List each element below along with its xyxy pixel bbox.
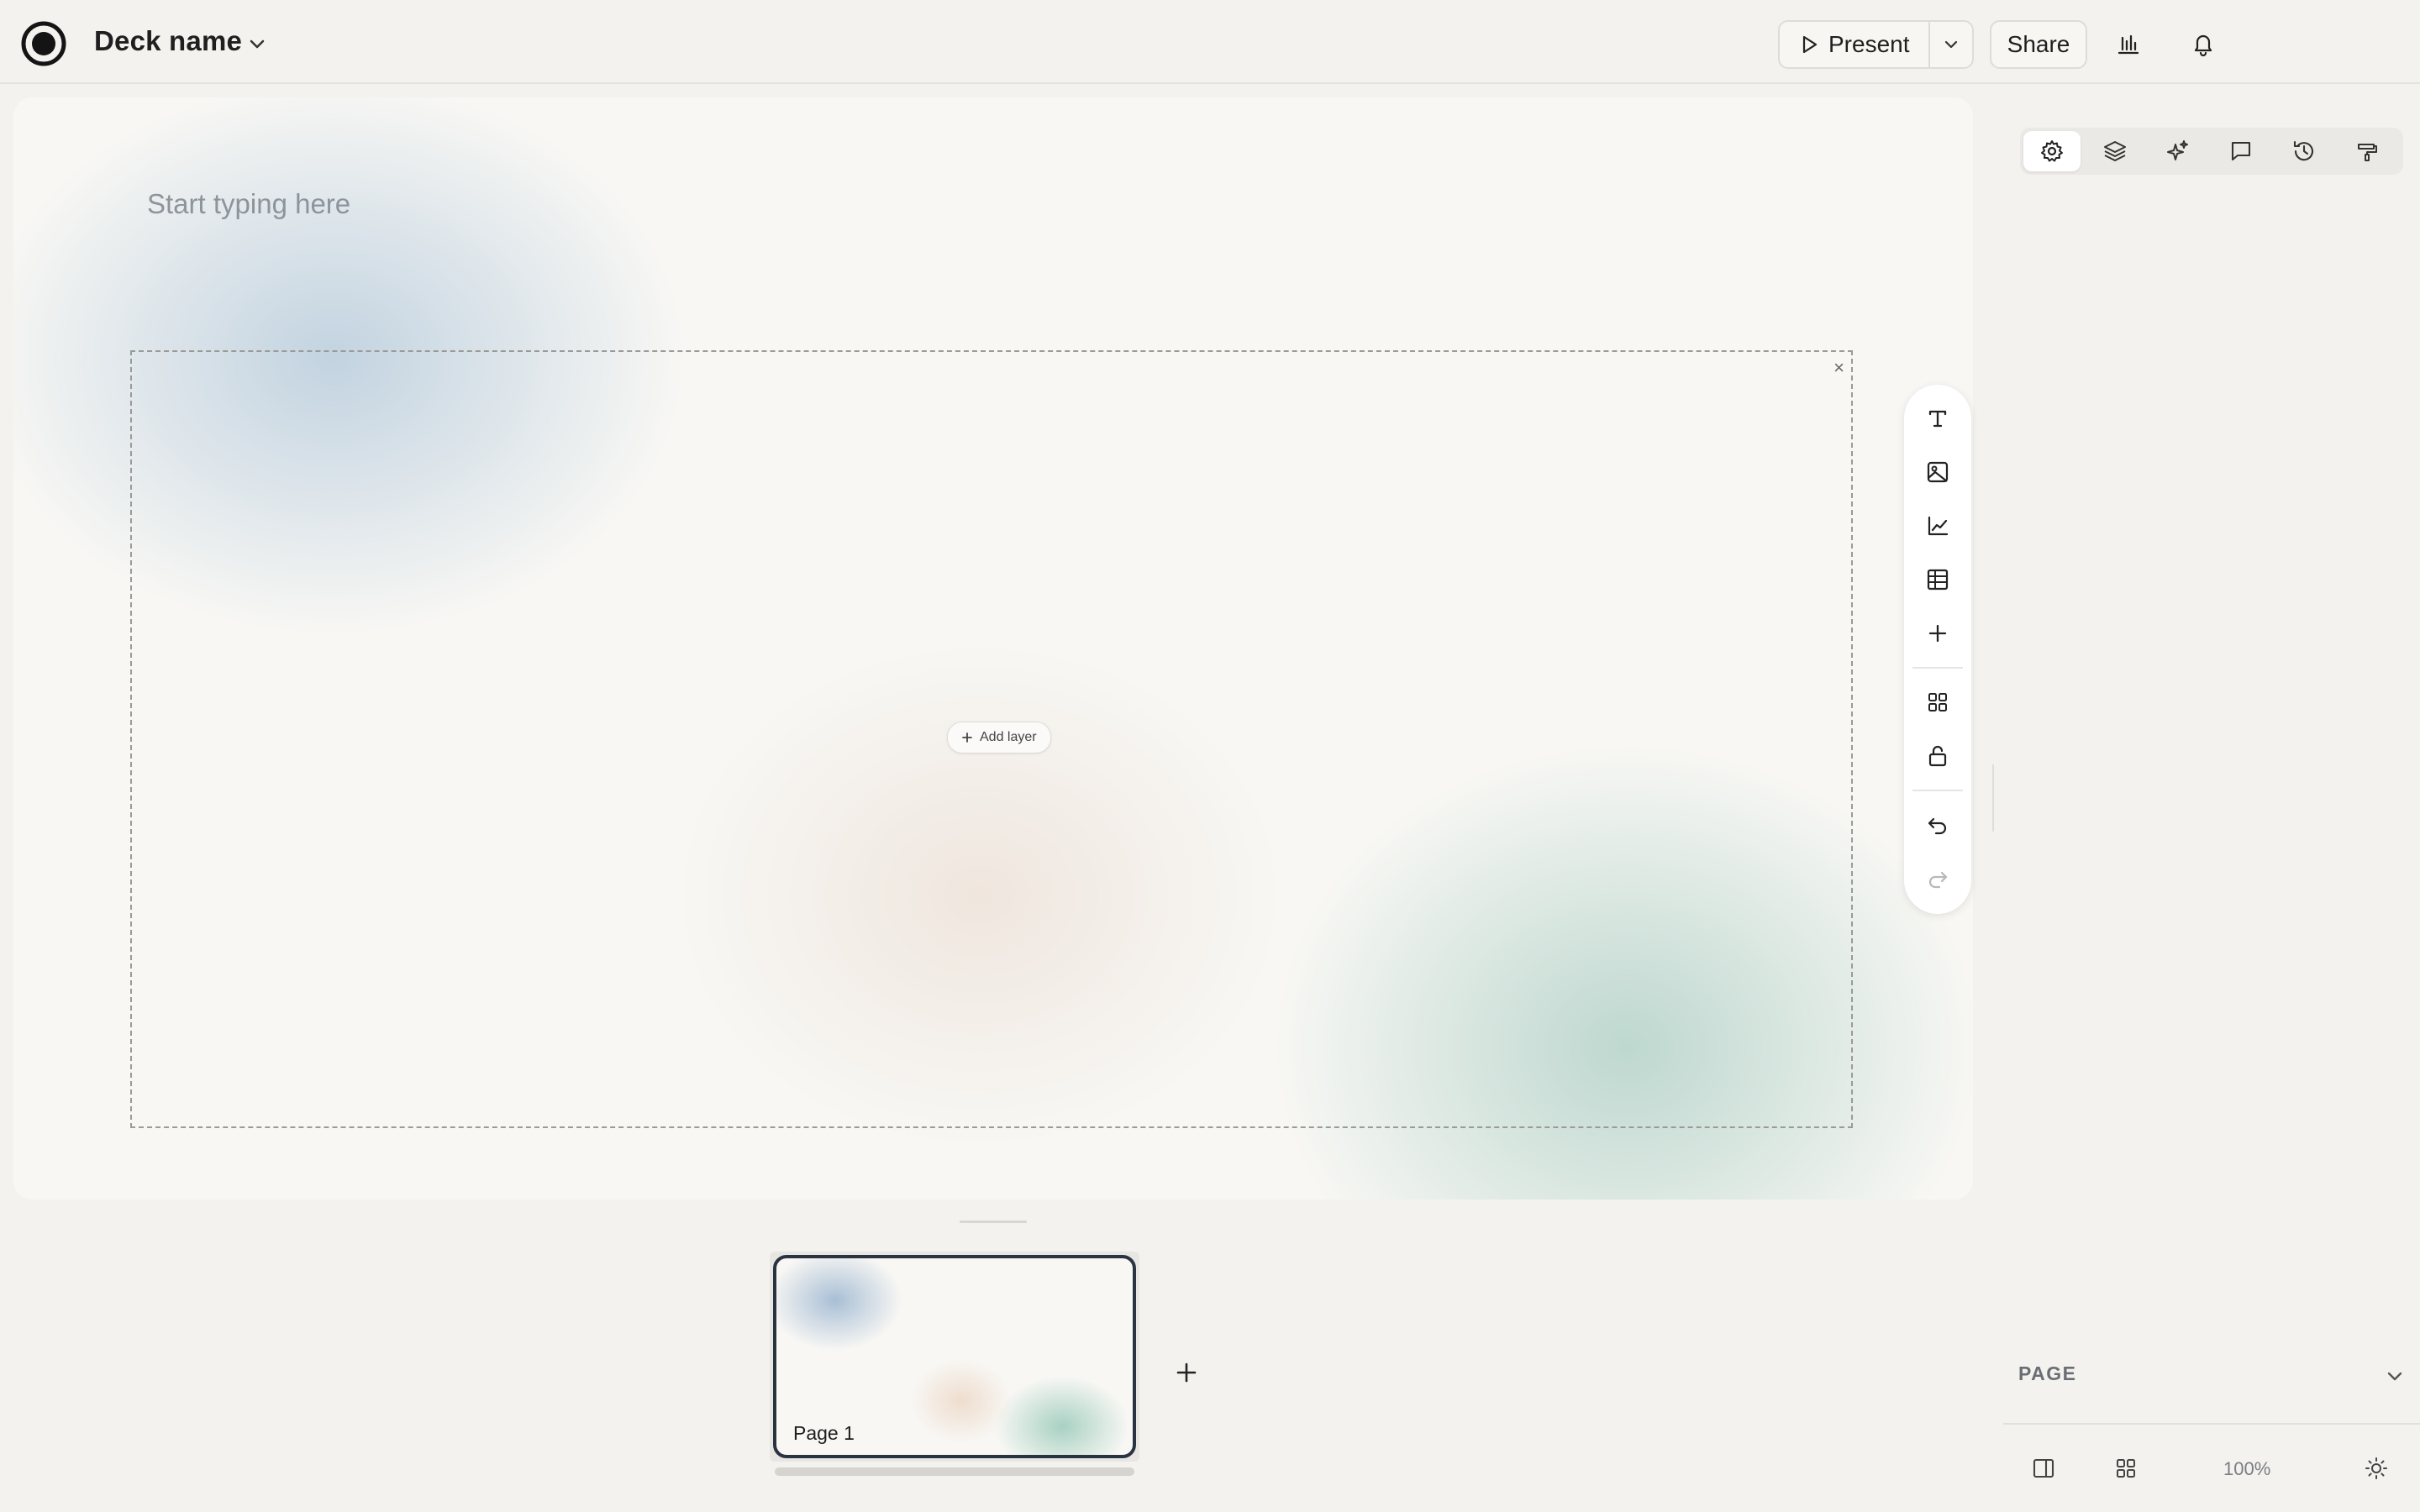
sparkles-icon (2165, 139, 2191, 164)
layer-dropzone[interactable]: × Add layer (130, 350, 1853, 1128)
tab-style[interactable] (2338, 131, 2396, 171)
panel-resize-handle[interactable] (1992, 764, 1994, 832)
top-bar: Deck name Present Share (0, 0, 2420, 84)
insert-toolbar (1904, 385, 1971, 914)
present-button-group: Present (1778, 20, 1974, 69)
history-icon (2291, 139, 2317, 164)
panel-tabs (2020, 128, 2403, 175)
toolbar-divider (1912, 790, 1963, 791)
play-icon (1798, 34, 1820, 55)
panel-divider (2003, 1423, 2420, 1425)
add-page-button[interactable] (1173, 1359, 1200, 1386)
deck-name[interactable]: Deck name (94, 25, 242, 57)
grid-icon[interactable] (1921, 685, 1954, 719)
zoom-level[interactable]: 100% (2223, 1458, 2270, 1480)
tab-settings[interactable] (2023, 131, 2081, 171)
tab-ai[interactable] (2149, 131, 2207, 171)
chevron-down-icon (2383, 1364, 2407, 1388)
plus-icon (1174, 1360, 1199, 1385)
chevron-down-icon (1941, 34, 1961, 55)
layers-icon (2102, 139, 2128, 164)
text-placeholder[interactable]: Start typing here (147, 188, 350, 220)
chart-icon[interactable] (1921, 509, 1954, 543)
comment-icon (2228, 139, 2254, 164)
table-icon[interactable] (1921, 563, 1954, 596)
page-thumbnail-label: Page 1 (793, 1422, 855, 1444)
undo-icon[interactable] (1921, 808, 1954, 842)
tab-history[interactable] (2275, 131, 2333, 171)
chevron-down-icon[interactable] (245, 32, 269, 55)
slide-canvas[interactable]: Start typing here × Add layer (13, 97, 1973, 1200)
image-icon[interactable] (1921, 455, 1954, 489)
tab-comments[interactable] (2212, 131, 2270, 171)
share-button[interactable]: Share (1990, 20, 2087, 69)
plus-icon[interactable] (1921, 617, 1954, 650)
plus-icon (961, 732, 973, 743)
page-thumbnail-container: Page 1 (770, 1252, 1139, 1462)
add-layer-label: Add layer (980, 730, 1037, 744)
pages-strip-handle[interactable] (960, 1221, 1027, 1223)
logo-icon[interactable] (20, 20, 67, 67)
add-layer-button[interactable]: Add layer (947, 722, 1051, 753)
analytics-icon[interactable] (2112, 27, 2145, 60)
present-button[interactable]: Present (1780, 22, 1928, 67)
tab-layers[interactable] (2086, 131, 2144, 171)
close-icon[interactable]: × (1833, 357, 1844, 379)
unlock-icon[interactable] (1921, 739, 1954, 773)
pages-scrollbar[interactable] (775, 1467, 1134, 1476)
page-section-title: PAGE (2018, 1362, 2077, 1384)
redo-icon[interactable] (1921, 862, 1954, 895)
theme-toggle-icon[interactable] (2360, 1452, 2393, 1485)
toolbar-divider (1912, 667, 1963, 669)
bell-icon[interactable] (2186, 27, 2220, 60)
grid-view-icon[interactable] (2109, 1452, 2143, 1485)
page-section-header[interactable]: PAGE (2003, 1354, 2407, 1394)
present-label: Present (1828, 31, 1910, 57)
settings-icon (2039, 139, 2065, 164)
paint-icon (2354, 139, 2380, 164)
sidebar-toggle-icon[interactable] (2027, 1452, 2060, 1485)
page-thumbnail[interactable]: Page 1 (773, 1255, 1136, 1458)
present-options-button[interactable] (1928, 22, 1972, 67)
text-icon[interactable] (1921, 402, 1954, 435)
